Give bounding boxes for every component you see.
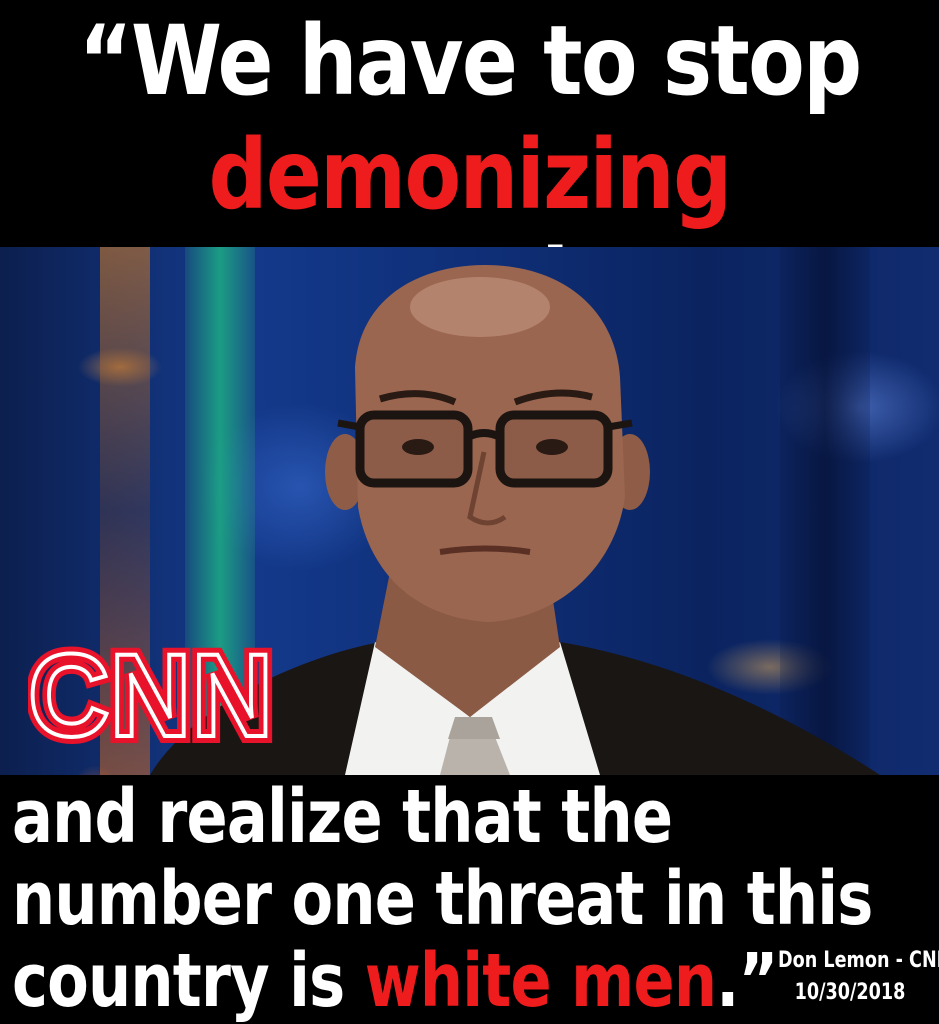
quote-line-3-end: . — [716, 938, 739, 1024]
quote-line-2: number one threat in this — [12, 856, 873, 942]
headline-line-1: “We have to stop — [78, 5, 862, 117]
cnn-logo: CNN CNN — [28, 640, 278, 748]
quote-highlight: white men — [364, 938, 717, 1024]
credit-date: 10/30/2018 — [794, 980, 906, 1005]
credit-name: Don Lemon - CNN — [778, 948, 939, 973]
quote-line-3-start: country is — [12, 938, 365, 1024]
quote-line-1: and realize that the — [12, 774, 673, 860]
closing-quote-mark: ” — [738, 938, 778, 1024]
quote-line-3: country is white men.” — [12, 940, 778, 1022]
headline-highlight: demonizing — [208, 119, 733, 231]
cnn-logo-text: CNN — [28, 640, 273, 748]
